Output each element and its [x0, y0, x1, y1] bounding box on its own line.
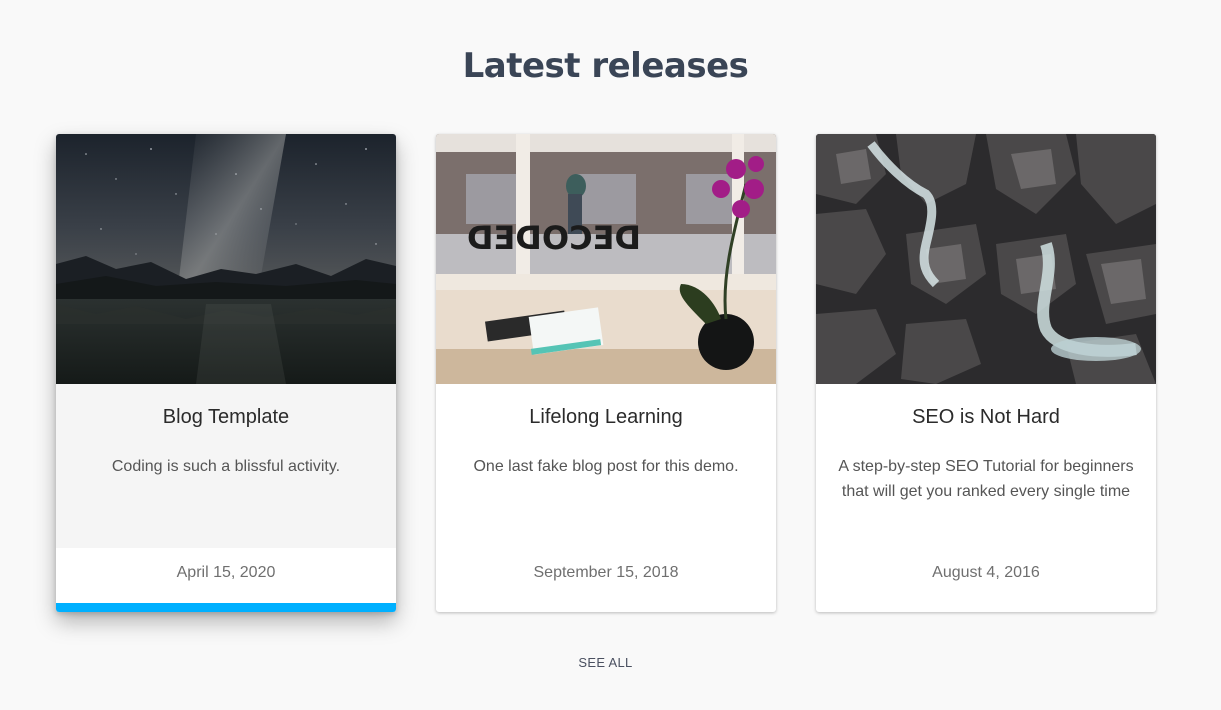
release-card-seo-is-not-hard[interactable]: SEO is Not Hard A step-by-step SEO Tutor… [816, 134, 1156, 612]
active-indicator-bar [56, 603, 396, 612]
card-date: August 4, 2016 [932, 564, 1040, 581]
card-description: One last fake blog post for this demo. [473, 458, 739, 475]
card-date: September 15, 2018 [533, 564, 679, 581]
card-description: Coding is such a blissful activity. [111, 458, 341, 475]
see-all-link[interactable]: SEE ALL [0, 655, 1211, 670]
card-image-window-orchid: DECODED [436, 134, 776, 384]
release-card-blog-template[interactable]: Blog Template Coding is such a blissful … [56, 134, 396, 612]
card-title[interactable]: Lifelong Learning [436, 406, 776, 429]
card-body: SEO is Not Hard A step-by-step SEO Tutor… [816, 384, 1156, 548]
card-image-rocky-waterfall [816, 134, 1156, 384]
card-image-night-sky [56, 134, 396, 384]
card-body: Blog Template Coding is such a blissful … [56, 384, 396, 548]
latest-releases-section: Latest releases Blog Template Coding is … [0, 0, 1221, 710]
card-date: April 15, 2020 [176, 564, 276, 581]
svg-text:DECODED: DECODED [467, 219, 641, 257]
card-title[interactable]: SEO is Not Hard [816, 406, 1156, 429]
release-card-lifelong-learning[interactable]: DECODED Lifelong Learning One last fake … [436, 134, 776, 612]
card-title[interactable]: Blog Template [56, 406, 396, 429]
section-title: Latest releases [462, 46, 749, 86]
card-description: A step-by-step SEO Tutorial for beginner… [838, 458, 1134, 500]
card-body: Lifelong Learning One last fake blog pos… [436, 384, 776, 548]
